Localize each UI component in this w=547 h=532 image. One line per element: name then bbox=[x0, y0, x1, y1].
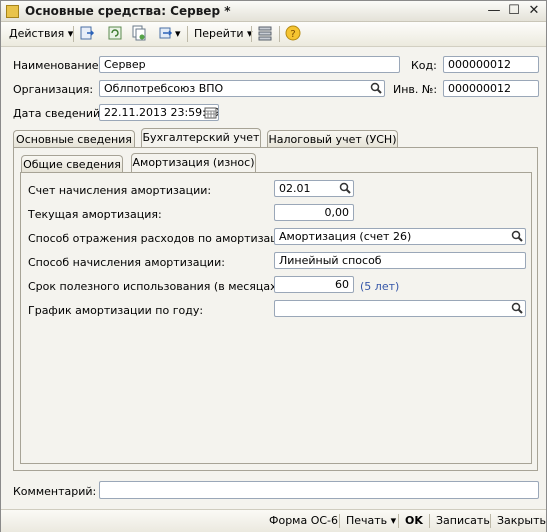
bottom-separator bbox=[339, 514, 340, 528]
copy-icon[interactable] bbox=[131, 25, 147, 41]
print-button[interactable]: Печать ▾ bbox=[346, 514, 396, 527]
useful-life-hint: (5 лет) bbox=[360, 280, 400, 293]
code-field[interactable]: 000000012 bbox=[443, 56, 539, 73]
inv-label: Инв. №: bbox=[393, 83, 438, 96]
expense-method-field[interactable]: Амортизация (счет 26) bbox=[274, 228, 526, 245]
tab-main-info[interactable]: Основные сведения bbox=[13, 130, 135, 147]
date-label: Дата сведений: bbox=[13, 107, 104, 120]
bottom-bar: Форма ОС-6 Печать ▾ OK Записать Закрыть bbox=[1, 509, 546, 532]
schedule-label: График амортизации по году: bbox=[28, 304, 204, 317]
subtab-general[interactable]: Общие сведения bbox=[21, 155, 123, 172]
save-close-icon[interactable] bbox=[79, 25, 95, 41]
expense-method-value: Амортизация (счет 26) bbox=[279, 230, 412, 243]
bottom-separator bbox=[490, 514, 491, 528]
close-button[interactable]: Закрыть bbox=[497, 514, 546, 527]
goto-label: Перейти bbox=[194, 27, 244, 40]
account-value: 02.01 bbox=[279, 182, 311, 195]
comment-label: Комментарий: bbox=[13, 485, 97, 498]
current-amort-label: Текущая амортизация: bbox=[28, 208, 162, 221]
ok-button[interactable]: OK bbox=[405, 514, 423, 527]
toolbar: Действия ▾ ▾ Перейти ▾ ? bbox=[1, 22, 546, 47]
toolbar-separator bbox=[73, 26, 74, 42]
schedule-field[interactable] bbox=[274, 300, 526, 317]
search-icon[interactable] bbox=[369, 81, 384, 96]
structure-icon[interactable] bbox=[257, 25, 273, 41]
org-value: Облпотребсоюз ВПО bbox=[104, 82, 224, 95]
tab-tax-usn[interactable]: Налоговый учет (УСН) bbox=[267, 130, 398, 147]
minimize-icon[interactable]: — bbox=[486, 3, 502, 19]
actions-label: Действия bbox=[9, 27, 65, 40]
search-icon[interactable] bbox=[510, 229, 525, 244]
toolbar-separator bbox=[251, 26, 252, 42]
useful-life-field[interactable]: 60 bbox=[274, 276, 354, 293]
tab-accounting[interactable]: Бухгалтерский учет bbox=[141, 128, 261, 147]
window: Основные средства: Сервер * — ☐ ✕ Действ… bbox=[0, 0, 547, 532]
expense-method-label: Способ отражения расходов по амортизации… bbox=[28, 232, 296, 245]
comment-field[interactable] bbox=[99, 481, 539, 499]
useful-life-label: Срок полезного использования (в месяцах)… bbox=[28, 280, 285, 293]
current-amort-field[interactable]: 0,00 bbox=[274, 204, 354, 221]
subtab-amortization[interactable]: Амортизация (износ) bbox=[131, 153, 256, 172]
name-label: Наименование: bbox=[13, 59, 103, 72]
account-field[interactable]: 02.01 bbox=[274, 180, 354, 197]
search-icon[interactable] bbox=[338, 181, 353, 196]
inv-field[interactable]: 000000012 bbox=[443, 80, 539, 97]
code-label: Код: bbox=[411, 59, 437, 72]
app-icon bbox=[6, 5, 19, 18]
close-icon[interactable]: ✕ bbox=[526, 3, 542, 19]
actions-menu[interactable]: Действия ▾ bbox=[9, 26, 73, 42]
chevron-down-icon[interactable]: ▾ bbox=[175, 26, 181, 42]
search-icon[interactable] bbox=[510, 301, 525, 316]
org-field[interactable]: Облпотребсоюз ВПО bbox=[99, 80, 385, 97]
maximize-icon[interactable]: ☐ bbox=[506, 3, 522, 19]
goto-menu[interactable]: Перейти ▾ bbox=[194, 26, 253, 42]
window-title: Основные средства: Сервер * bbox=[25, 4, 231, 18]
toolbar-separator bbox=[187, 26, 188, 42]
accounting-panel: Общие сведения Амортизация (износ) Счет … bbox=[13, 147, 538, 471]
bottom-separator bbox=[429, 514, 430, 528]
date-field[interactable]: 22.11.2013 23:59:59 bbox=[99, 104, 219, 121]
amort-method-field[interactable]: Линейный способ bbox=[274, 252, 526, 269]
name-field[interactable]: Сервер bbox=[99, 56, 400, 73]
help-icon[interactable]: ? bbox=[285, 25, 301, 41]
form-os6-button[interactable]: Форма ОС-6 bbox=[269, 514, 338, 527]
svg-text:?: ? bbox=[290, 29, 295, 40]
org-label: Организация: bbox=[13, 83, 94, 96]
save-button[interactable]: Записать bbox=[436, 514, 490, 527]
amort-method-label: Способ начисления амортизации: bbox=[28, 256, 225, 269]
calendar-icon[interactable] bbox=[203, 105, 218, 120]
print-label: Печать bbox=[346, 514, 388, 527]
date-value: 22.11.2013 23:59:59 bbox=[104, 106, 219, 119]
title-bar: Основные средства: Сервер * — ☐ ✕ bbox=[1, 1, 546, 22]
account-label: Счет начисления амортизации: bbox=[28, 184, 212, 197]
enter-based-icon[interactable] bbox=[158, 25, 174, 41]
amortization-panel: Счет начисления амортизации: 02.01 Текущ… bbox=[20, 172, 532, 464]
bottom-separator bbox=[398, 514, 399, 528]
refresh-icon[interactable] bbox=[107, 25, 123, 41]
toolbar-separator bbox=[279, 26, 280, 42]
